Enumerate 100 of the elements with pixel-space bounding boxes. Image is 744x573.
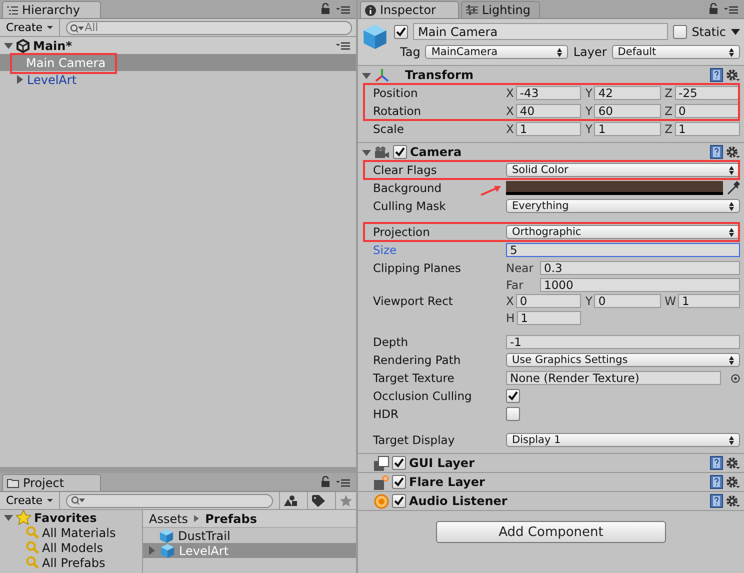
axis-label: Z (664, 122, 673, 136)
panel-tab[interactable]: Project (2, 474, 101, 491)
axis-label: W (664, 294, 676, 308)
layer-dropdown[interactable]: Default (612, 45, 740, 59)
component-title[interactable]: Flare Layer (409, 475, 485, 489)
number-field[interactable]: 1 (678, 294, 740, 308)
axis-label: Y (585, 104, 592, 118)
tag-dropdown[interactable]: MainCamera (425, 45, 568, 59)
number-field[interactable]: 5 (506, 243, 740, 257)
menu-icon[interactable] (724, 6, 738, 14)
fold-arrow-icon[interactable] (4, 513, 13, 522)
gear-icon[interactable] (726, 146, 740, 158)
number-field[interactable]: 1 (516, 311, 582, 325)
dropdown[interactable]: Display 1 (506, 433, 740, 447)
menu-icon[interactable] (336, 479, 350, 487)
component-title[interactable]: Transform (405, 68, 474, 82)
axis-label: Far (506, 278, 524, 292)
fold-arrow-icon[interactable] (362, 70, 371, 80)
target-icon[interactable] (731, 374, 740, 382)
axes-icon (374, 68, 390, 82)
component-title[interactable]: Audio Listener (409, 494, 508, 508)
breadcrumb-item[interactable]: Assets (149, 512, 188, 526)
layers-icon (374, 456, 389, 470)
fold-arrow-icon[interactable] (15, 75, 24, 84)
help-icon[interactable] (710, 456, 723, 470)
object-field[interactable]: None (Render Texture) (506, 371, 721, 385)
fold-arrow-icon[interactable] (4, 41, 13, 50)
number-field[interactable]: 1000 (540, 278, 740, 292)
search-field[interactable] (66, 494, 273, 508)
axis-label: Y (585, 86, 592, 100)
search-icon (26, 526, 39, 539)
number-field[interactable]: 1 (594, 122, 661, 136)
favorites-label[interactable]: Favorites (34, 510, 97, 524)
gear-icon[interactable] (726, 494, 740, 508)
property-label: Projection (373, 224, 431, 241)
create-button[interactable]: Create (4, 492, 60, 509)
component-title[interactable]: Camera (410, 145, 462, 159)
dropdown[interactable]: Solid Color (506, 163, 740, 177)
number-field[interactable]: 40 (516, 104, 582, 118)
gear-icon[interactable] (726, 456, 740, 470)
number-field[interactable]: -43 (516, 86, 582, 100)
number-field[interactable]: 1 (516, 122, 582, 136)
tag-icon[interactable] (312, 494, 325, 506)
panel-tab[interactable]: Lighting (461, 1, 540, 18)
lock-icon[interactable] (321, 476, 330, 487)
info-icon (365, 4, 376, 16)
panel-tab[interactable]: Hierarchy (2, 1, 101, 18)
number-field[interactable]: 1 (674, 122, 740, 136)
checkbox[interactable] (506, 389, 520, 403)
enable-checkbox[interactable] (393, 145, 407, 159)
component-title[interactable]: GUI Layer (409, 456, 474, 470)
number-field[interactable]: -1 (506, 335, 740, 349)
menu-icon[interactable] (336, 42, 350, 50)
breadcrumb-item[interactable]: Prefabs (205, 512, 257, 526)
favorites-item[interactable]: All Prefabs (0, 555, 142, 570)
color-swatch[interactable] (506, 181, 723, 195)
property-label: Scale (373, 121, 405, 138)
number-field[interactable]: 60 (594, 104, 661, 118)
number-field[interactable]: 0 (594, 294, 661, 308)
dropdown[interactable]: Use Graphics Settings (506, 353, 740, 367)
menu-icon[interactable] (336, 6, 350, 14)
hierarchy-item[interactable]: LevelArt (0, 71, 356, 88)
property-label: Culling Mask (373, 198, 447, 215)
checkbox[interactable] (506, 407, 520, 421)
star-icon[interactable] (340, 494, 352, 506)
number-field[interactable]: 0 (674, 104, 740, 118)
panel-tab[interactable]: Inspector (360, 1, 459, 18)
create-button[interactable]: Create (4, 19, 60, 36)
favorites-item[interactable]: All Materials (0, 525, 142, 540)
axis-label: X (506, 86, 514, 100)
add-component-button[interactable]: Add Component (436, 521, 666, 543)
asset-item[interactable]: DustTrail (143, 528, 356, 543)
enable-checkbox[interactable] (392, 456, 406, 470)
axis-label: Near (506, 261, 534, 275)
gear-icon[interactable] (726, 68, 740, 82)
number-field[interactable]: 42 (594, 86, 661, 100)
enable-checkbox[interactable] (392, 475, 406, 489)
lock-icon[interactable] (321, 3, 330, 14)
fold-arrow-icon[interactable] (362, 148, 371, 156)
static-checkbox[interactable] (672, 24, 687, 38)
shapes-icon[interactable] (284, 495, 297, 506)
gear-icon[interactable] (726, 476, 740, 488)
lock-icon[interactable] (709, 3, 718, 14)
dropdown-arrow-icon[interactable] (731, 28, 740, 34)
favorites-item[interactable]: All Models (0, 540, 142, 555)
eyedropper-icon[interactable] (727, 181, 740, 195)
enable-checkbox[interactable] (392, 494, 406, 508)
help-icon[interactable] (710, 68, 723, 82)
help-icon[interactable] (710, 475, 723, 489)
star-icon (16, 510, 31, 525)
number-field[interactable]: 0.3 (540, 261, 740, 275)
number-field[interactable]: -25 (674, 86, 740, 100)
dropdown[interactable]: Everything (506, 199, 740, 213)
name-field[interactable]: Main Camera (413, 23, 668, 40)
help-icon[interactable] (710, 145, 723, 159)
number-field[interactable]: 0 (516, 294, 582, 308)
search-field[interactable]: All (66, 20, 352, 34)
dropdown[interactable]: Orthographic (506, 225, 740, 239)
active-checkbox[interactable] (394, 24, 408, 38)
help-icon[interactable] (710, 494, 723, 508)
